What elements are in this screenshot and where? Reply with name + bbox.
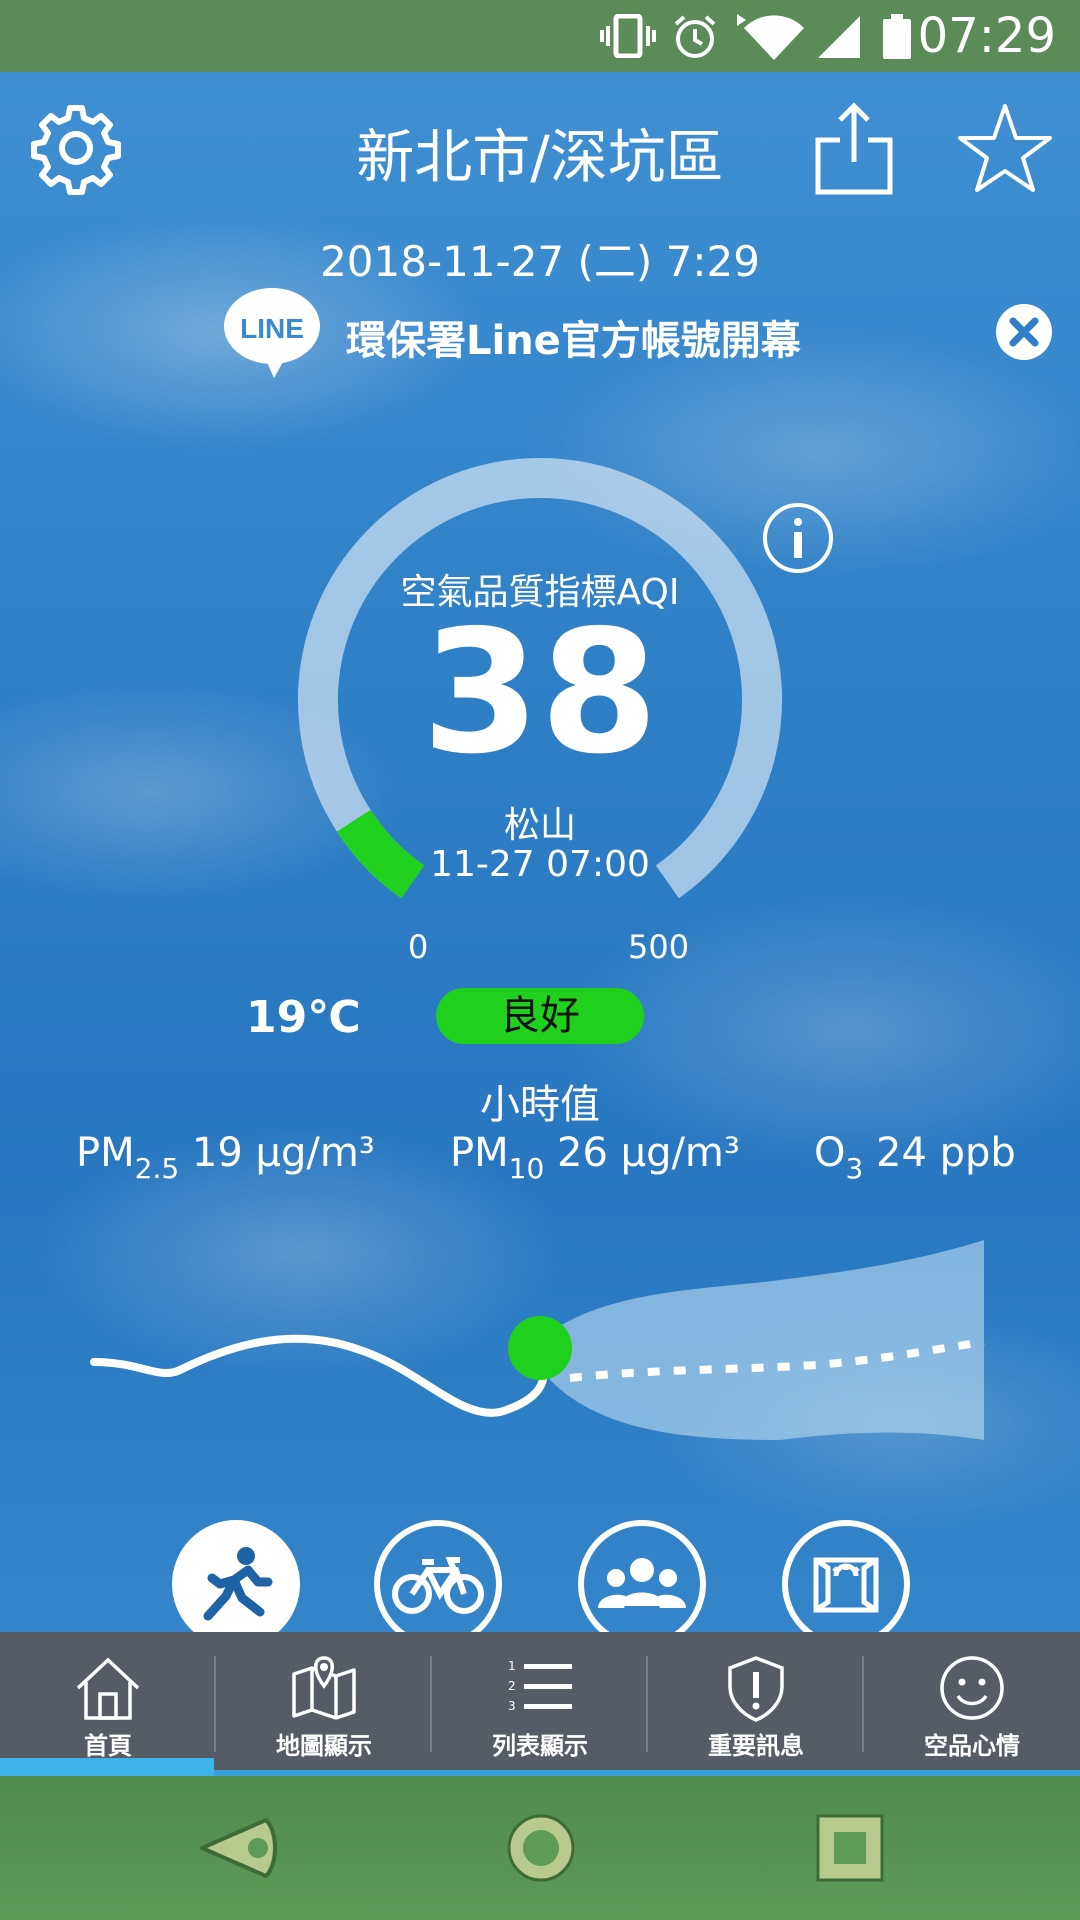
pm10-name: PM [450,1130,509,1176]
line-logo-text: LINE [240,313,304,344]
signal-icon [818,16,860,58]
hourly-title: 小時值 [480,1082,600,1128]
svg-text:2: 2 [508,1679,516,1693]
aqi-station[interactable]: 松山 [0,796,1080,848]
forecast-band [540,1240,984,1440]
scale-min-label: 0 [408,928,429,966]
nav-alerts[interactable]: 重要訊息 [648,1632,864,1776]
pm25-name: PM [76,1130,135,1176]
pm25-reading: PM2.5 19 μg/m³ [76,1130,375,1185]
alarm-icon [674,15,716,58]
o3-value: 24 ppb [876,1130,1016,1176]
list-icon: 1 2 3 [508,1659,572,1713]
o3-name: O [814,1130,846,1176]
activity-group[interactable] [578,1520,706,1648]
vibrate-icon [600,14,656,58]
close-banner-icon[interactable] [994,302,1054,362]
home-icon [76,1657,140,1720]
bicycle-icon [392,1557,484,1614]
o3-sub: 3 [845,1152,864,1185]
status-badge: 良好 [436,988,644,1044]
nav-mood[interactable]: 空品心情 [864,1632,1080,1776]
nav-list-label: 列表顯示 [492,1732,588,1760]
svg-text:1: 1 [508,1659,516,1673]
update-datetime: 2018-11-27 (二) 7:29 [320,237,760,286]
line-logo-icon[interactable]: LINE [222,286,322,378]
nav-list[interactable]: 1 2 3 列表顯示 [432,1632,648,1776]
aqi-trend-chart[interactable] [80,1230,1000,1470]
nav-map-label: 地圖顯示 [276,1732,372,1760]
favorite-star-icon[interactable] [955,100,1055,196]
pm10-value: 26 μg/m³ [557,1130,740,1176]
pm10-sub: 10 [508,1152,545,1185]
smiley-icon [940,1656,1004,1720]
wifi-icon [737,14,804,60]
system-navigation-bar [0,1776,1080,1920]
nav-home-label: 首頁 [84,1732,132,1760]
line-banner-text[interactable]: 環保署Line官方帳號開幕 [346,308,801,366]
window-icon [813,1557,879,1613]
activity-window[interactable] [782,1520,910,1648]
pm10-reading: PM10 26 μg/m³ [450,1130,740,1185]
clock-text: 07:29 [917,8,1056,64]
nav-map[interactable]: 地圖顯示 [216,1632,432,1776]
status-bar: 07:29 [0,0,1080,72]
running-icon [203,1547,273,1621]
nav-selected-indicator [0,1758,214,1776]
location-title[interactable]: 新北市/深坑區 [0,110,1080,194]
share-icon[interactable] [812,100,896,196]
svg-text:3: 3 [508,1699,516,1713]
activity-running[interactable] [172,1520,300,1648]
aqi-value: 38 [421,594,659,792]
nav-alerts-label: 重要訊息 [708,1732,804,1760]
bottom-navigation: 首頁 地圖顯示 1 2 3 列表顯示 重要訊息 空品心情 [0,1632,1080,1776]
pm25-sub: 2.5 [134,1152,180,1185]
home-button-icon[interactable] [496,1812,586,1884]
shield-alert-icon [728,1656,784,1722]
current-point [508,1316,572,1380]
map-icon [292,1656,356,1720]
history-line [90,1334,548,1417]
activity-cycling[interactable] [374,1520,502,1648]
aqi-time: 11-27 07:00 [430,844,650,885]
recents-icon[interactable] [806,1812,896,1884]
o3-reading: O3 24 ppb [814,1130,1016,1185]
nav-mood-label: 空品心情 [924,1732,1020,1760]
nav-home[interactable]: 首頁 [0,1632,216,1776]
battery-icon [883,14,911,59]
pm25-value: 19 μg/m³ [191,1130,375,1176]
scale-max-label: 500 [628,928,690,966]
group-icon [598,1558,686,1608]
temperature: 19℃ [246,992,361,1043]
back-icon[interactable] [196,1812,286,1884]
